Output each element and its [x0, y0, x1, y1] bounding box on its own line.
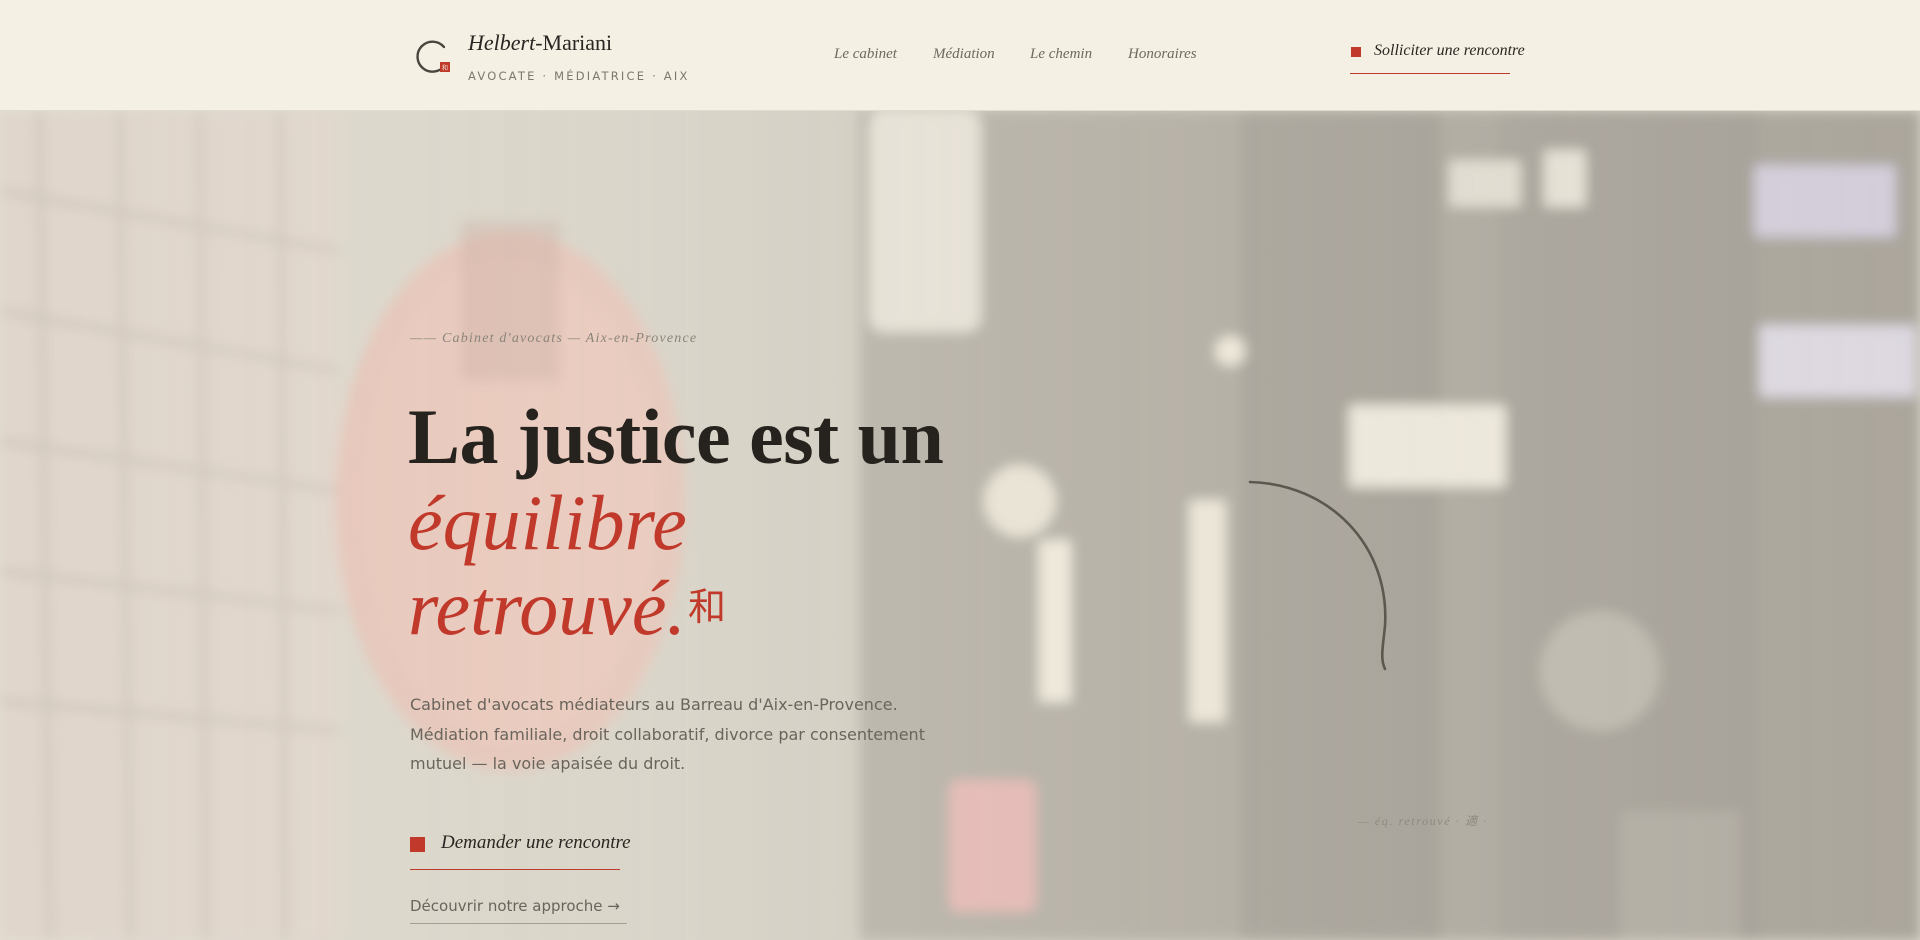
enso-arc-decoration — [1248, 480, 1387, 671]
site-header: 和 Helbert-Mariani AVOCATE · MÉDIATRICE ·… — [0, 0, 1920, 111]
nav-item-le-chemin[interactable]: Le chemin — [1030, 46, 1092, 63]
discover-approach-link[interactable]: Découvrir notre approche → — [410, 897, 627, 924]
hero-veil-overlay — [0, 111, 1920, 940]
hero-eyebrow: —— Cabinet d'avocats — Aix-en-Provence — [410, 331, 698, 346]
enso-logo-icon[interactable]: 和 — [414, 36, 452, 74]
request-meeting-header-label: Solliciter une rencontre — [1374, 42, 1525, 59]
brand-name-last: -Mariani — [535, 30, 613, 55]
hero-title-line2: équilibre — [408, 479, 687, 566]
red-square-icon — [1351, 47, 1361, 57]
nav-item-honoraires[interactable]: Honoraires — [1128, 46, 1197, 63]
svg-text:和: 和 — [442, 64, 448, 72]
red-square-icon — [410, 837, 425, 852]
hero-lead-text: Cabinet d'avocats médiateurs au Barreau … — [410, 695, 925, 773]
hero-title-line3: retrouvé. — [408, 564, 686, 651]
hero-caption: — éq. retrouvé · 適 · — [1358, 814, 1488, 828]
brand-name-first: Helbert — [468, 30, 536, 55]
hero-title-line1: La justice est un — [408, 393, 944, 480]
request-meeting-label: Demander une rencontre — [441, 832, 631, 853]
nav-item-le-cabinet[interactable]: Le cabinet — [834, 46, 897, 63]
request-meeting-header-button[interactable]: Solliciter une rencontre — [1350, 42, 1525, 74]
hero-section — [0, 111, 1920, 940]
request-meeting-button[interactable]: Demander une rencontre — [410, 832, 631, 870]
brand-name[interactable]: Helbert-Mariani — [468, 30, 612, 56]
nav-item-mediation[interactable]: Médiation — [933, 46, 995, 63]
harmony-kanji: 和 — [688, 585, 727, 629]
brand-subtitle: AVOCATE · MÉDIATRICE · AIX — [468, 69, 690, 83]
